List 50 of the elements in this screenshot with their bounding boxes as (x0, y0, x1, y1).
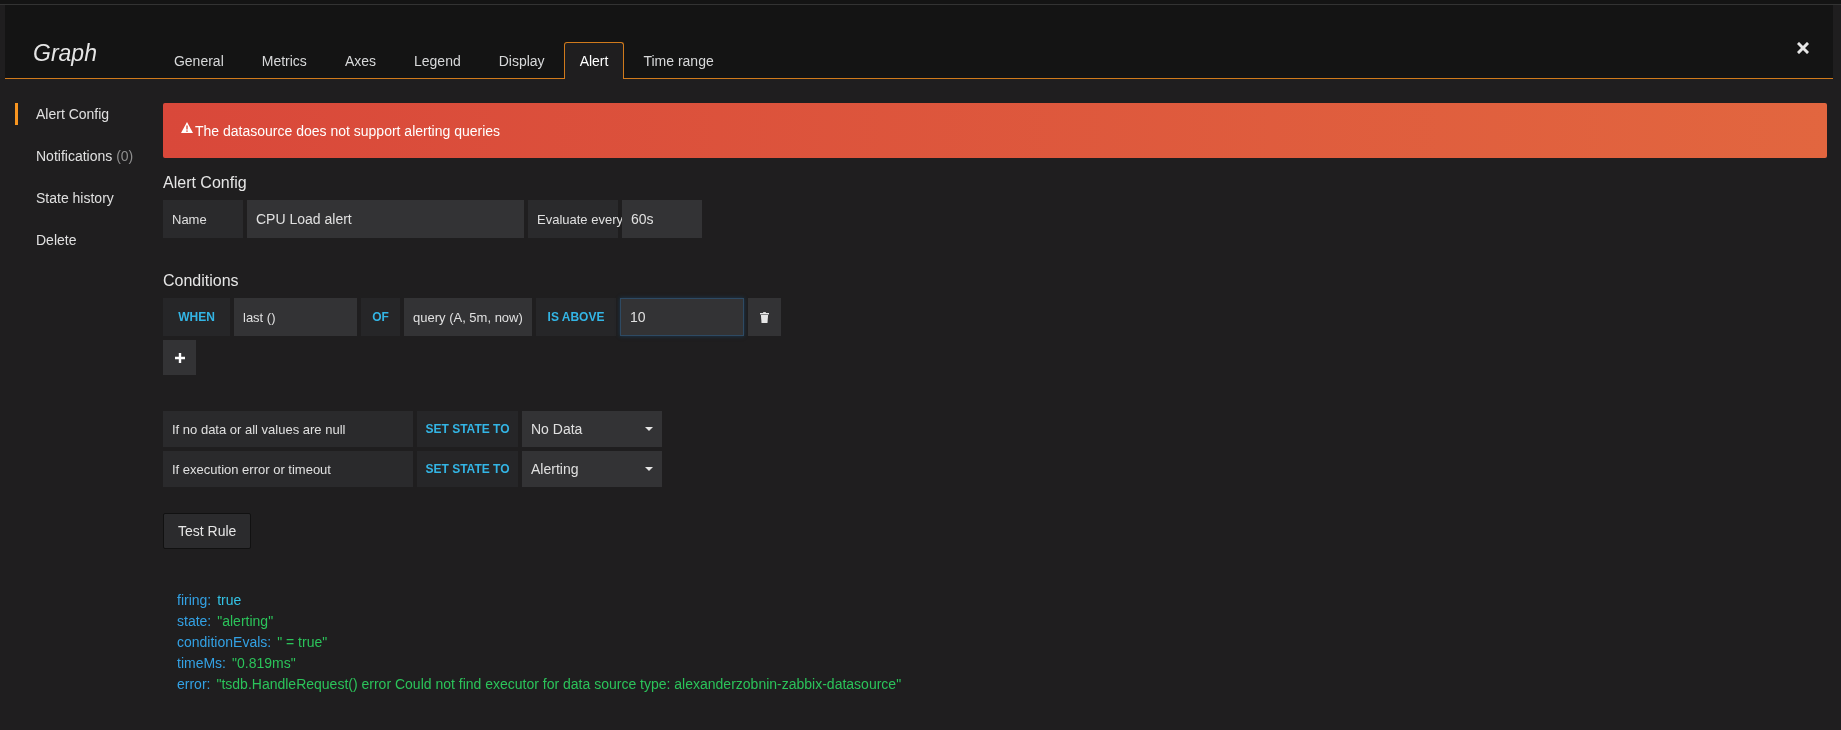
state-dropdown[interactable]: Alerting (522, 451, 662, 487)
add-button[interactable] (163, 340, 196, 375)
close-icon[interactable] (1797, 42, 1809, 54)
result-key: conditionEvals: (177, 634, 272, 650)
tab[interactable]: Metrics (242, 42, 326, 79)
alert-banner: The datasource does not support alerting queries (163, 103, 1827, 158)
evaluate-field[interactable]: 60s (622, 200, 702, 238)
sidebar-item[interactable]: Delete (15, 229, 163, 251)
plus-icon (174, 352, 185, 363)
state-dropdown[interactable]: No Data (522, 411, 662, 447)
dropdown-value: No Data (531, 421, 583, 437)
result-key: state: (177, 613, 212, 629)
tab[interactable]: Time range (624, 42, 733, 79)
keyword-label: OF (361, 298, 400, 336)
delete-button[interactable] (748, 298, 781, 336)
evaluator-selector[interactable]: IS ABOVE (536, 298, 616, 336)
tab[interactable]: Display (479, 42, 564, 79)
test-rule-button[interactable]: Test Rule (163, 513, 252, 549)
keyword-label: SET STATE TO (417, 451, 518, 487)
result-value: "alerting" (217, 613, 274, 629)
keyword-label: WHEN (163, 298, 230, 336)
result-value: "0.819ms" (232, 655, 296, 671)
keyword-label: SET STATE TO (417, 411, 518, 447)
tab[interactable]: Legend (395, 42, 480, 79)
name-field[interactable]: CPU Load alert (247, 200, 524, 238)
reducer-selector[interactable]: last () (234, 298, 357, 336)
result-key: firing: (177, 592, 212, 608)
threshold-field[interactable]: 10 (620, 298, 744, 336)
sidebar-item[interactable]: State history (15, 187, 163, 209)
tab[interactable]: Axes (325, 42, 395, 79)
caret-icon (645, 467, 653, 471)
result-value: "tsdb.HandleRequest() error Could not find executor for data source type: alexanderzobnin-zabbix-datasource" (216, 676, 902, 692)
panel-title: Graph (33, 40, 97, 67)
result-key: timeMs: (177, 655, 226, 671)
warning-icon (181, 122, 193, 133)
field-label: Name (163, 200, 243, 238)
section-heading: Conditions (163, 272, 240, 290)
sidebar-item[interactable]: Notifications (0) (15, 145, 163, 167)
result-key: error: (177, 676, 211, 692)
tab[interactable]: General (154, 42, 243, 79)
condition-label: If execution error or timeout (163, 451, 413, 487)
query-selector[interactable]: query (A, 5m, now) (404, 298, 532, 336)
result-value: " = true" (277, 634, 328, 650)
condition-label: If no data or all values are null (163, 411, 413, 447)
tab[interactable]: Alert (563, 42, 625, 79)
trash-icon (760, 311, 769, 323)
result-value: true (217, 592, 242, 608)
caret-icon (645, 427, 653, 431)
dropdown-value: Alerting (531, 461, 579, 477)
section-heading: Alert Config (163, 174, 248, 192)
